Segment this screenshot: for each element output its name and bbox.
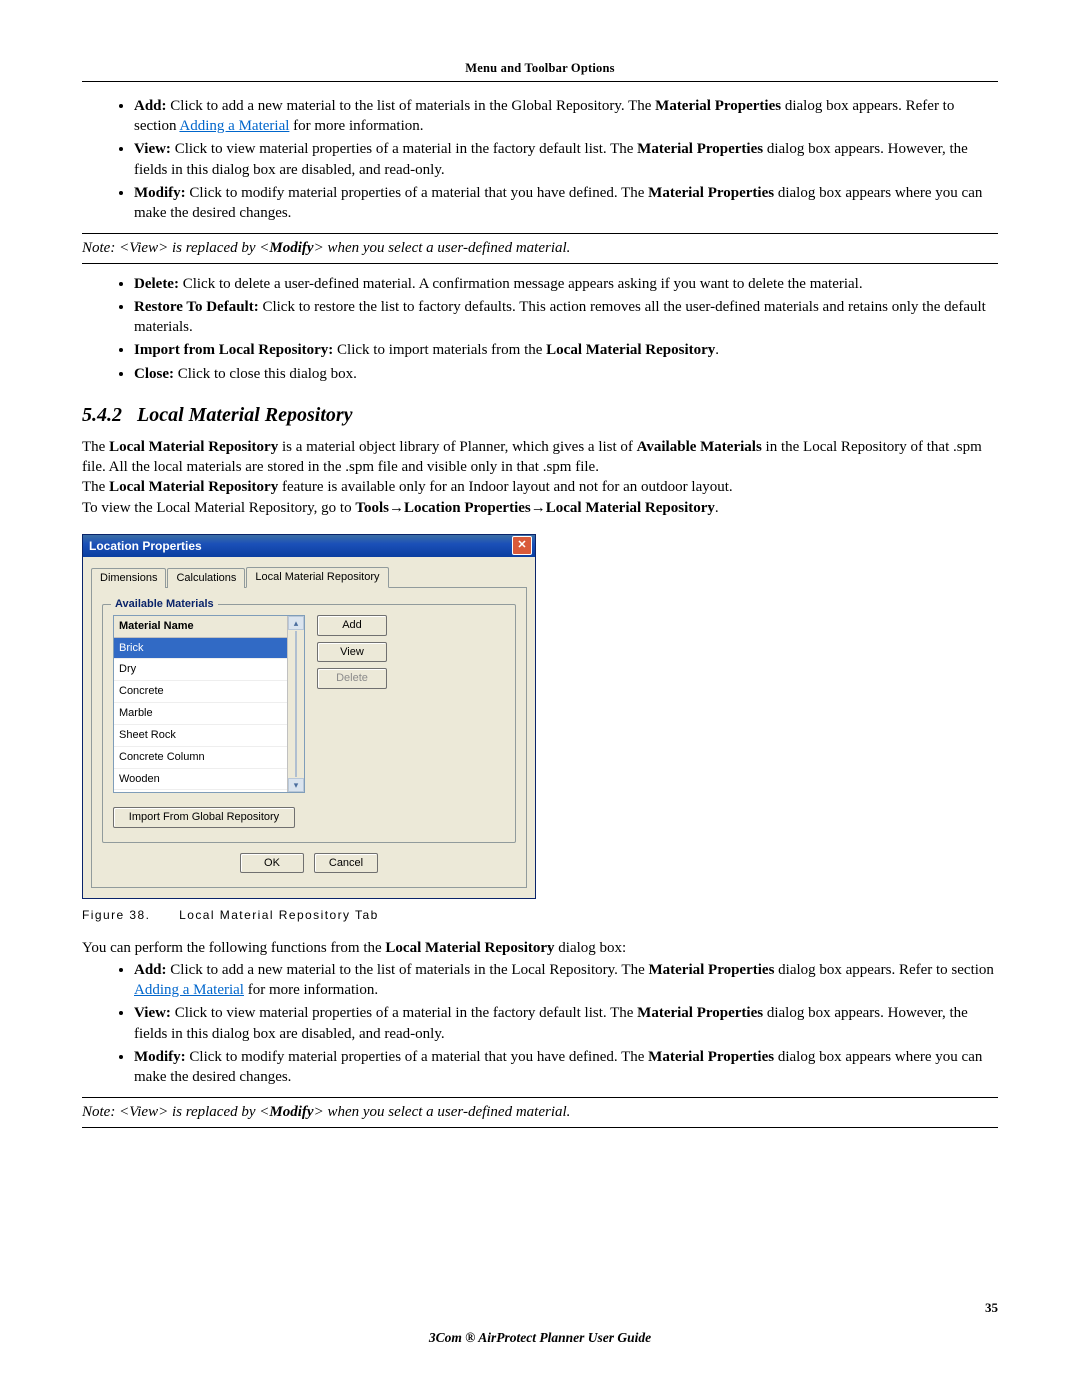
bullet-restore: Restore To Default: Click to restore the… [134,297,998,338]
figure-caption: Figure 38. Local Material Repository Tab [82,907,998,923]
scroll-up-icon[interactable]: ▴ [288,616,304,630]
delete-button: Delete [317,668,387,689]
ok-button[interactable]: OK [240,853,304,874]
column-header[interactable]: Material Name [114,616,287,638]
post-figure-intro: You can perform the following functions … [82,938,998,958]
location-properties-dialog: Location Properties ✕ Dimensions Calcula… [82,534,536,900]
close-icon[interactable]: ✕ [512,536,532,555]
bullet-list-a: Add: Click to add a new material to the … [120,96,998,224]
material-row-marble[interactable]: Marble [114,703,287,725]
tab-dimensions[interactable]: Dimensions [91,568,166,588]
bullet-modify-2: Modify: Click to modify material propert… [134,1047,998,1088]
scroll-down-icon[interactable]: ▾ [288,778,304,792]
material-row-wooden[interactable]: Wooden [114,769,287,791]
page-header: Menu and Toolbar Options [82,60,998,79]
add-button[interactable]: Add [317,615,387,636]
view-button[interactable]: View [317,642,387,663]
material-row-concrete[interactable]: Concrete [114,681,287,703]
bullet-modify: Modify: Click to modify material propert… [134,183,998,224]
materials-table[interactable]: Material Name Brick Dry Concrete Marble … [113,615,305,793]
section-p1: The Local Material Repository is a mater… [82,437,998,478]
cancel-button[interactable]: Cancel [314,853,378,874]
bullet-add-2: Add: Click to add a new material to the … [134,960,998,1001]
dialog-tabs: Dimensions Calculations Local Material R… [91,567,527,588]
bullet-close: Close: Click to close this dialog box. [134,364,998,384]
bullet-view-2: View: Click to view material properties … [134,1003,998,1044]
dialog-titlebar[interactable]: Location Properties ✕ [83,535,535,557]
material-row-concrete-column[interactable]: Concrete Column [114,747,287,769]
tab-panel: Available Materials Material Name Brick … [91,587,527,889]
bullet-delete: Delete: Click to delete a user-defined m… [134,274,998,294]
section-p2: The Local Material Repository feature is… [82,477,998,497]
tab-calculations[interactable]: Calculations [167,568,245,588]
note-1: Note: <View> is replaced by <Modify> whe… [82,233,998,263]
group-title: Available Materials [111,597,218,612]
bullet-list-b: Delete: Click to delete a user-defined m… [120,274,998,384]
material-row-dry[interactable]: Dry [114,659,287,681]
section-heading: 5.4.2 Local Material Repository [82,402,998,429]
page-number: 35 [985,1299,998,1317]
bullet-view: View: Click to view material properties … [134,139,998,180]
scroll-thumb[interactable] [295,631,297,777]
dialog-title: Location Properties [89,538,202,554]
bullet-import: Import from Local Repository: Click to i… [134,340,998,360]
section-p3: To view the Local Material Repository, g… [82,498,998,518]
header-rule [82,81,998,82]
available-materials-group: Available Materials Material Name Brick … [102,604,516,843]
link-adding-material-2[interactable]: Adding a Material [134,982,244,998]
bullet-list-c: Add: Click to add a new material to the … [120,960,998,1088]
import-from-global-button[interactable]: Import From Global Repository [113,807,295,828]
material-row-sheet-rock[interactable]: Sheet Rock [114,725,287,747]
link-adding-material-1[interactable]: Adding a Material [179,118,289,134]
material-row-glass[interactable]: Glass [114,790,287,791]
bullet-add: Add: Click to add a new material to the … [134,96,998,137]
note-2: Note: <View> is replaced by <Modify> whe… [82,1097,998,1127]
footer-text: 3Com ® AirProtect Planner User Guide [82,1329,998,1347]
tab-local-material-repository[interactable]: Local Material Repository [246,567,388,588]
material-row-brick[interactable]: Brick [114,638,287,660]
scrollbar[interactable]: ▴ ▾ [287,616,304,792]
